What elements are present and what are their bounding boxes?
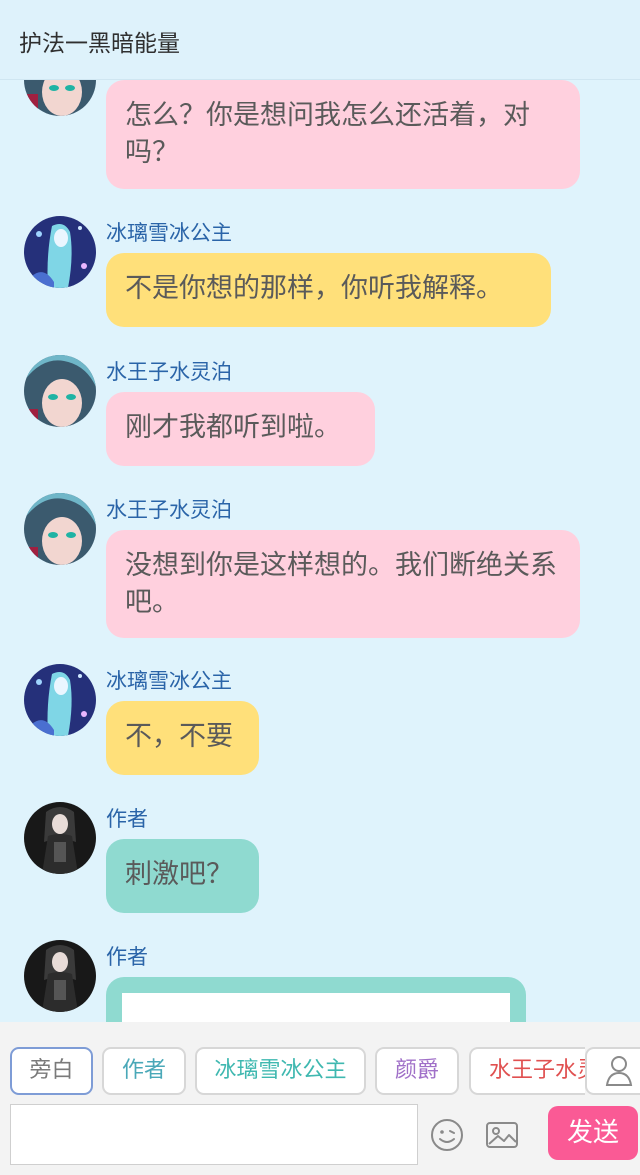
message-bubble[interactable]: 不是你想的那样，你听我解释。 bbox=[106, 253, 551, 327]
sender-name: 冰璃雪冰公主 bbox=[106, 669, 232, 693]
sender-name: 作者 bbox=[106, 945, 148, 969]
role-tab-yanjue[interactable]: 颜爵 bbox=[375, 1047, 459, 1095]
author-avatar[interactable] bbox=[24, 802, 96, 874]
ice-princess-avatar[interactable] bbox=[24, 664, 96, 736]
sender-name: 冰璃雪冰公主 bbox=[106, 221, 232, 245]
message-bubble[interactable]: 怎么？你是想问我怎么还活着，对吗？ bbox=[106, 80, 580, 189]
send-button[interactable]: 发送 bbox=[548, 1106, 638, 1160]
message-bubble[interactable]: 不，不要 bbox=[106, 701, 259, 775]
role-tab-author[interactable]: 作者 bbox=[102, 1047, 186, 1095]
ice-princess-avatar[interactable] bbox=[24, 216, 96, 288]
image-button[interactable] bbox=[485, 1118, 519, 1152]
composer-bar: 旁白 作者 冰璃雪冰公主 颜爵 水王子水灵泊 发送 bbox=[0, 1022, 640, 1175]
user-icon bbox=[605, 1056, 633, 1086]
message-bubble[interactable]: 没想到你是这样想的。我们断绝关系吧。 bbox=[106, 530, 580, 638]
add-role-button[interactable] bbox=[585, 1047, 640, 1095]
image-message-bubble[interactable] bbox=[106, 977, 526, 1022]
author-avatar[interactable] bbox=[24, 940, 96, 1012]
role-tab-water-prince[interactable]: 水王子水灵泊 bbox=[469, 1047, 585, 1095]
emoji-icon bbox=[431, 1119, 463, 1151]
role-tab-narrator[interactable]: 旁白 bbox=[10, 1047, 93, 1095]
image-icon bbox=[486, 1122, 518, 1148]
water-prince-avatar[interactable] bbox=[24, 355, 96, 427]
sender-name: 水王子水灵泊 bbox=[106, 360, 232, 384]
water-prince-avatar[interactable] bbox=[24, 80, 96, 116]
chat-header: 护法一黑暗能量 bbox=[0, 0, 640, 80]
message-bubble[interactable]: 刚才我都听到啦。 bbox=[106, 392, 375, 466]
water-prince-avatar[interactable] bbox=[24, 493, 96, 565]
message-list[interactable]: 怎么？你是想问我怎么还活着，对吗？ 冰璃雪冰公主 不是你想的那样，你听我解释。 bbox=[0, 80, 640, 1022]
emoji-button[interactable] bbox=[430, 1118, 464, 1152]
role-tab-ice-princess[interactable]: 冰璃雪冰公主 bbox=[195, 1047, 366, 1095]
chat-title: 护法一黑暗能量 bbox=[19, 31, 180, 57]
message-bubble[interactable]: 刺激吧？ bbox=[106, 839, 259, 913]
sender-name: 作者 bbox=[106, 807, 148, 831]
message-input[interactable] bbox=[10, 1104, 418, 1165]
sender-name: 水王子水灵泊 bbox=[106, 498, 232, 522]
image-content[interactable] bbox=[122, 993, 510, 1022]
